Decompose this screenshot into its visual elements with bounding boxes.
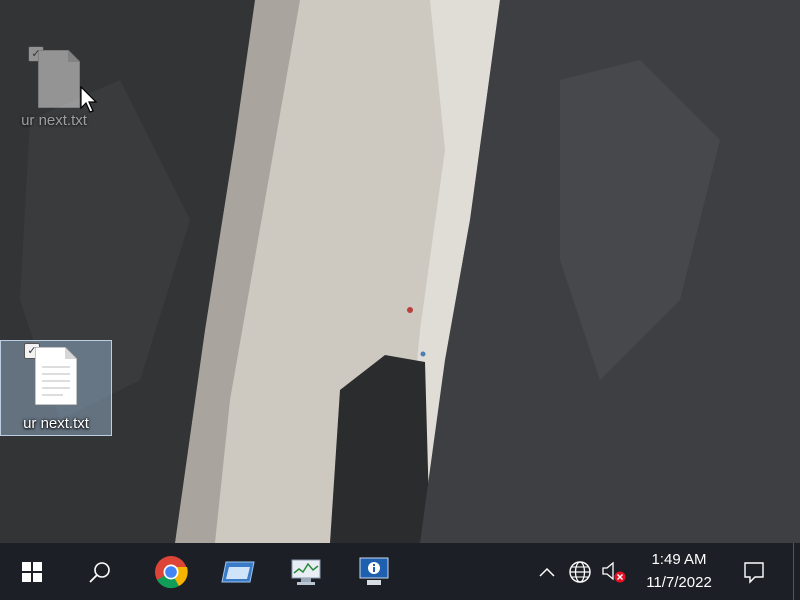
notification-icon bbox=[744, 561, 764, 584]
start-button[interactable] bbox=[8, 543, 56, 600]
tray-volume-button[interactable] bbox=[597, 543, 631, 600]
tray-show-hidden-button[interactable] bbox=[532, 543, 562, 600]
notification-center-button[interactable] bbox=[734, 543, 774, 600]
desktop-icon-label: ur next.txt bbox=[23, 415, 89, 432]
text-file-icon bbox=[38, 50, 80, 108]
wallpaper bbox=[0, 0, 800, 543]
taskbar-app-performance[interactable] bbox=[282, 543, 330, 600]
desktop[interactable]: ✓ ur next.txt ✓ ur next.txt bbox=[0, 0, 800, 543]
clock-date: 11/7/2022 bbox=[646, 574, 712, 591]
show-desktop-button[interactable] bbox=[793, 543, 800, 600]
globe-network-icon bbox=[569, 560, 591, 583]
desktop-icon-label: ur next.txt bbox=[21, 112, 87, 129]
chrome-icon bbox=[155, 555, 188, 588]
windows-logo-icon bbox=[22, 561, 42, 582]
search-icon bbox=[89, 561, 110, 583]
taskbar-app-system-info[interactable] bbox=[350, 543, 398, 600]
taskbar-app-chrome[interactable] bbox=[147, 543, 195, 600]
text-file-icon bbox=[35, 347, 77, 405]
clock[interactable]: 1:49 AM 11/7/2022 bbox=[634, 543, 724, 600]
window-app-icon bbox=[221, 561, 255, 582]
taskbar: 1:49 AM 11/7/2022 bbox=[0, 543, 800, 600]
chevron-up-icon bbox=[539, 567, 555, 577]
tray-network-button[interactable] bbox=[563, 543, 597, 600]
performance-monitor-icon bbox=[291, 559, 321, 585]
system-info-icon bbox=[359, 557, 389, 585]
clock-time: 1:49 AM bbox=[651, 551, 707, 568]
volume-muted-icon bbox=[602, 561, 626, 582]
taskbar-app-window[interactable] bbox=[214, 543, 262, 600]
search-button[interactable] bbox=[76, 543, 124, 600]
mouse-pointer-icon bbox=[80, 86, 98, 113]
desktop-icon-selected[interactable]: ✓ ur next.txt bbox=[0, 340, 112, 436]
